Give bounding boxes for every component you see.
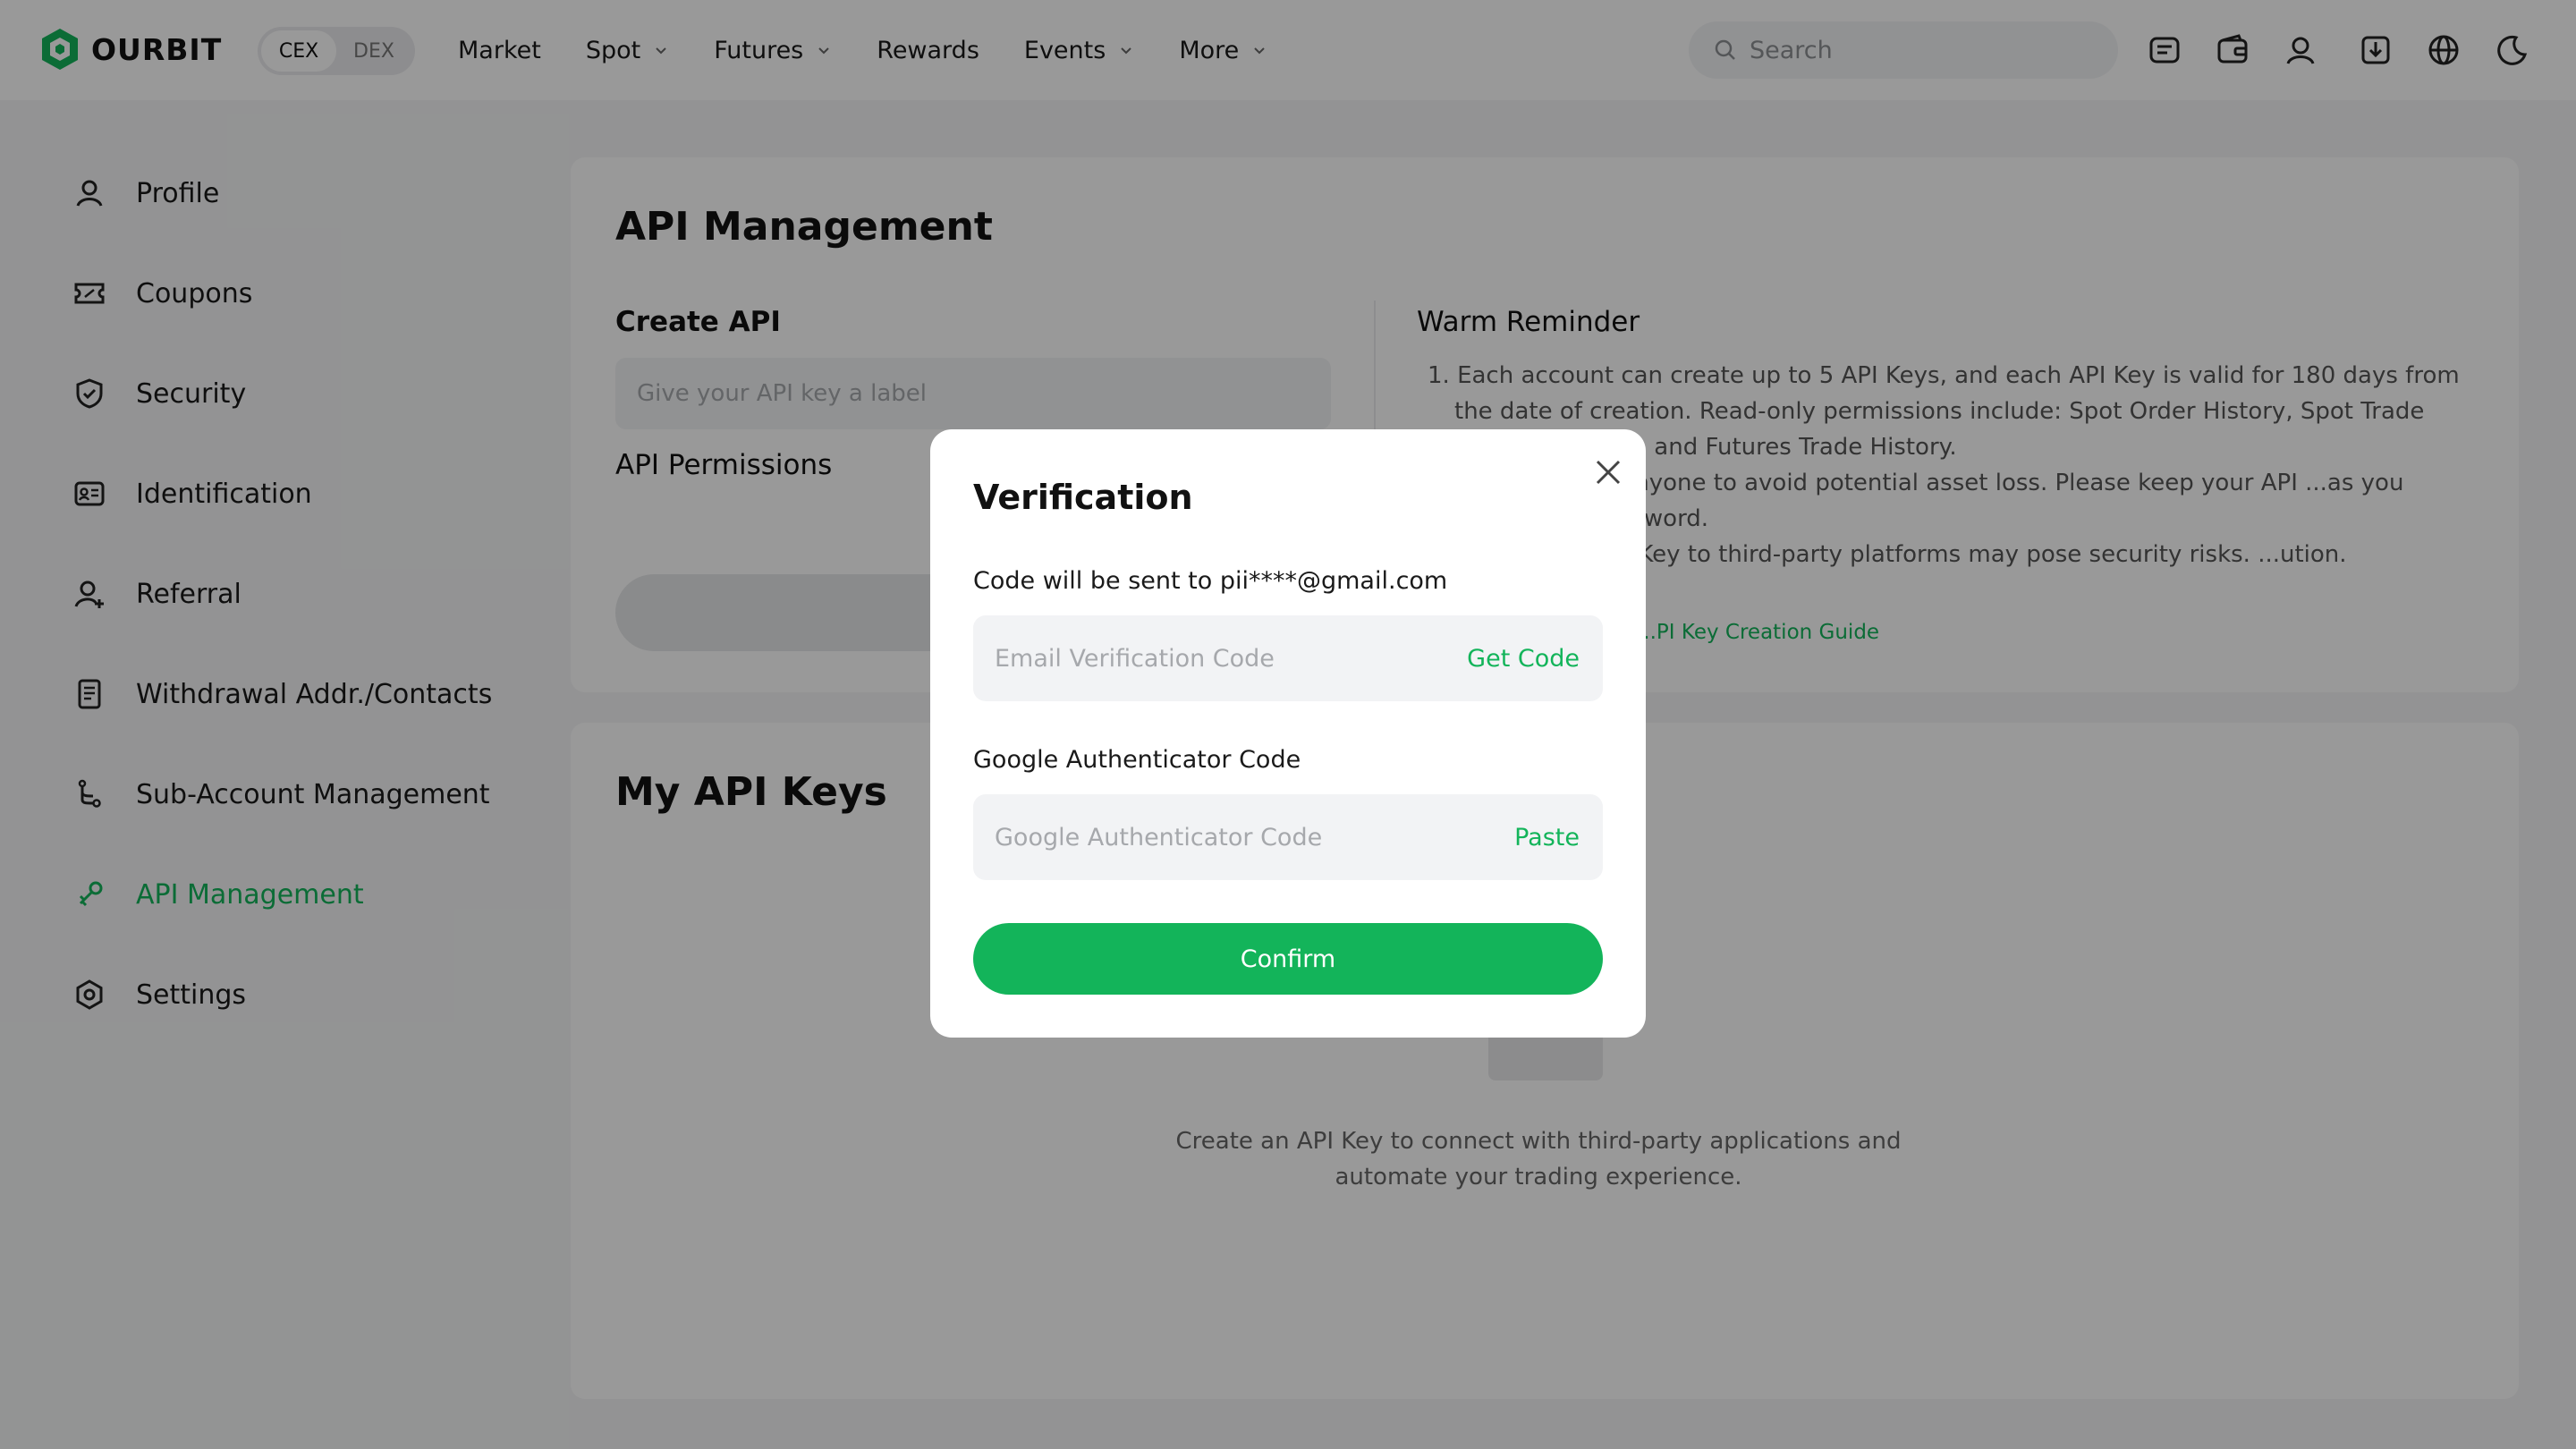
modal-title: Verification <box>973 478 1193 517</box>
email-code-label: Code will be sent to pii****@gmail.com <box>973 567 1448 595</box>
ga-code-placeholder: Google Authenticator Code <box>995 823 1323 852</box>
email-code-placeholder: Email Verification Code <box>995 644 1275 673</box>
verification-modal: Verification Code will be sent to pii***… <box>930 429 1646 1038</box>
email-code-field[interactable]: Email Verification Code Get Code <box>973 615 1603 701</box>
ga-code-label: Google Authenticator Code <box>973 746 1301 774</box>
close-icon[interactable] <box>1589 453 1628 492</box>
ga-code-field[interactable]: Google Authenticator Code Paste <box>973 794 1603 880</box>
paste-button[interactable]: Paste <box>1514 824 1580 852</box>
confirm-button[interactable]: Confirm <box>973 923 1603 995</box>
get-code-button[interactable]: Get Code <box>1467 645 1580 673</box>
